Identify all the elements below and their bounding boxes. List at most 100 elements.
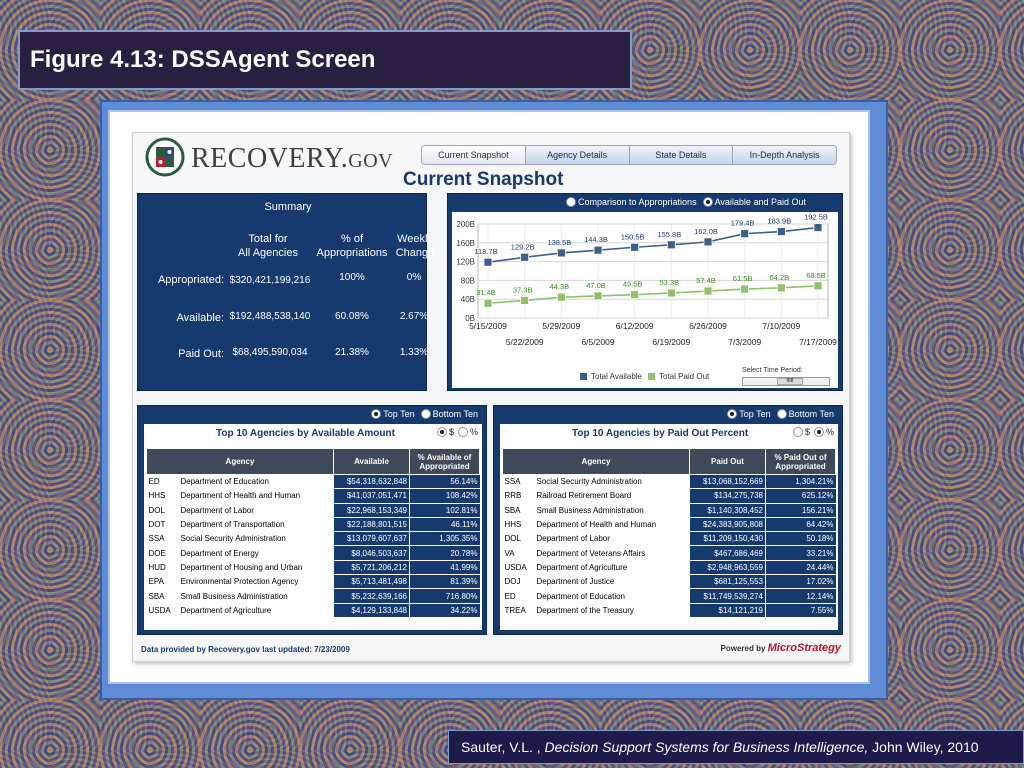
right-top-ten-radio[interactable]	[727, 409, 738, 419]
screenshot-frame: RECOVERY.GOV Current Snapshot Agency Det…	[100, 100, 888, 700]
available-data-label: 138.5B	[547, 238, 571, 247]
tab-agency-details[interactable]: Agency Details	[524, 146, 629, 164]
paidout-percent-cell: 1,304.21%	[765, 474, 836, 490]
paidout-row[interactable]: DOL Department of Labor $11,209,150,430 50.…	[502, 531, 836, 547]
available-col-pct[interactable]: % Available of Appropriated	[409, 448, 480, 475]
paidout-row[interactable]: RRB Railroad Retirement Board $134,275,738…	[502, 488, 836, 504]
available-row[interactable]: ED Department of Education $54,318,632,848…	[146, 474, 480, 490]
powered-by-label: Powered by	[720, 644, 766, 653]
right-dollar-radio[interactable]	[792, 427, 803, 437]
main-tabs: Current Snapshot Agency Details State De…	[421, 145, 837, 165]
comparison-radio[interactable]	[566, 197, 576, 207]
summary-col-change-line1: Weekly	[397, 233, 433, 245]
paidout-point	[483, 298, 493, 308]
paidout-row[interactable]: ED Department of Education $11,749,539,274…	[502, 588, 836, 604]
available-agency-code-cell: SBA	[146, 588, 179, 604]
available-point	[740, 229, 750, 239]
left-bottom-ten-radio[interactable]	[420, 409, 431, 419]
available-amount-cell: $22,968,153,349	[333, 503, 410, 518]
left-top-ten-radio[interactable]	[371, 409, 382, 419]
paidout-point	[666, 288, 676, 298]
paidout-point	[520, 296, 530, 305]
time-period-label: Select Time Period:	[742, 367, 803, 374]
paidout-amount-cell: $467,686,469	[689, 545, 766, 561]
left-dollar-label: $	[448, 427, 454, 437]
right-percent-radio[interactable]	[813, 427, 824, 437]
paidout-row[interactable]: SSA Social Security Administration $13,068…	[502, 474, 836, 490]
logo-gov-text: GOV	[348, 150, 394, 172]
paidout-data-label: 61.5B	[733, 274, 753, 283]
paidout-agency-code-cell: DOJ	[502, 574, 535, 590]
available-row[interactable]: SBA Small Business Administration $5,232,6…	[146, 588, 480, 604]
available-row[interactable]: DOL Department of Labor $22,968,153,349 102…	[146, 503, 480, 518]
paidout-row[interactable]: SBA Small Business Administration $1,140,3…	[502, 503, 836, 518]
available-row[interactable]: HHS Department of Health and Human $41,037…	[146, 488, 480, 504]
page-heading: Current Snapshot	[403, 169, 564, 190]
x-tick-label: 6/26/2009	[689, 321, 727, 331]
paidout-amount-cell: $2,948,963,559	[689, 560, 766, 576]
available-agency-name-cell: Small Business Administration	[178, 588, 334, 604]
paidout-row[interactable]: USDA Department of Agriculture $2,948,963,…	[502, 560, 836, 576]
line-chart-svg: 0B40B80B120B160B200B5/15/20095/22/20095/…	[456, 213, 837, 347]
screenshot-inner-border: RECOVERY.GOV Current Snapshot Agency Det…	[108, 110, 870, 684]
tab-in-depth-analysis[interactable]: In-Depth Analysis	[732, 146, 836, 164]
paidout-row[interactable]: HHS Department of Health and Human $24,383…	[502, 517, 836, 533]
available-paidout-radio[interactable]	[702, 197, 713, 207]
available-row[interactable]: DOT Department of Transportation $22,188,8…	[146, 517, 480, 533]
paidout-data-label: 57.4B	[696, 276, 716, 285]
data-source-note: Data provided by Recovery.gov last updat…	[141, 645, 350, 654]
paidout-data-label: 49.5B	[623, 280, 643, 289]
available-percent-cell: 34.22%	[409, 603, 480, 618]
tab-current-snapshot[interactable]: Current Snapshot	[422, 146, 525, 164]
available-row[interactable]: SSA Social Security Administration $13,079…	[146, 531, 480, 547]
chart-legend: Total Available Total Paid Out	[574, 372, 709, 381]
left-percent-radio[interactable]	[457, 427, 468, 437]
paidout-col-paidout[interactable]: Paid Out	[689, 448, 766, 475]
available-row[interactable]: HUD Department of Housing and Urban $5,721…	[146, 560, 480, 576]
paidout-row[interactable]: DOJ Department of Justice $681,125,553 17.0…	[502, 574, 836, 590]
summary-panel: Summary Total for All Agencies % of Appr…	[137, 193, 434, 391]
available-point	[666, 240, 676, 250]
recovery-logo[interactable]: RECOVERY.GOV	[141, 137, 401, 177]
paidout-row[interactable]: VA Department of Veterans Affairs $467,686…	[502, 545, 836, 561]
paidout-data-label: 68.5B	[806, 271, 826, 280]
slide-title: Figure 4.13: DSSAgent Screen	[18, 30, 632, 90]
paidout-percent-cell: 156.21%	[765, 503, 836, 518]
left-dollar-radio[interactable]	[436, 427, 447, 437]
paidout-agency-code-cell: DOL	[502, 531, 535, 547]
paidout-point	[813, 281, 823, 291]
legend-label-available: Total Available	[591, 372, 642, 381]
available-row[interactable]: USDA Department of Agriculture $4,129,133,…	[146, 603, 480, 618]
right-percent-label: %	[825, 427, 834, 437]
paidout-row[interactable]: TREA Department of the Treasury $14,121,21…	[502, 603, 836, 618]
paidout-col-agency[interactable]: Agency	[502, 448, 690, 475]
available-amount-cell: $41,037,051,471	[333, 488, 410, 504]
time-slider-thumb[interactable]: IIIII	[777, 378, 803, 385]
paidout-agency-code-cell: ED	[502, 588, 535, 604]
summary-paidout-change: 1.33%	[399, 347, 429, 358]
available-data-label: 118.7B	[474, 247, 497, 256]
paidout-col-pct[interactable]: % Paid Out of Appropriated	[765, 448, 836, 475]
summary-col-pct: % of Appropriations	[310, 232, 394, 260]
right-bottom-ten-radio[interactable]	[776, 409, 787, 419]
summary-col-change: Weekly Change	[390, 232, 440, 260]
tab-state-details[interactable]: State Details	[628, 146, 733, 164]
available-row[interactable]: EPA Environmental Protection Agency $5,713…	[146, 574, 480, 590]
available-data-label: 150.5B	[621, 232, 645, 241]
paidout-amount-cell: $14,121,219	[689, 603, 766, 618]
summary-title: Summary	[264, 201, 312, 213]
available-point	[776, 227, 786, 236]
available-col-available[interactable]: Available	[333, 448, 410, 475]
available-row[interactable]: DOE Department of Energy $8,046,503,637 20.…	[146, 545, 480, 561]
paidout-data-label: 64.2B	[770, 273, 790, 282]
paidout-percent-cell: 625.12%	[765, 488, 836, 504]
available-col-agency[interactable]: Agency	[146, 448, 334, 475]
available-agency-code-cell: HHS	[146, 488, 179, 504]
available-point	[703, 237, 713, 247]
available-agency-code-cell: DOL	[146, 503, 179, 518]
available-data-label: 144.3B	[584, 235, 608, 244]
time-period-slider[interactable]: IIIII	[742, 377, 830, 386]
summary-col-pct-line2: Appropriations	[316, 247, 388, 259]
summary-paidout-total: $68,495,590,034	[232, 347, 308, 358]
available-agency-name-cell: Department of Labor	[178, 503, 334, 518]
